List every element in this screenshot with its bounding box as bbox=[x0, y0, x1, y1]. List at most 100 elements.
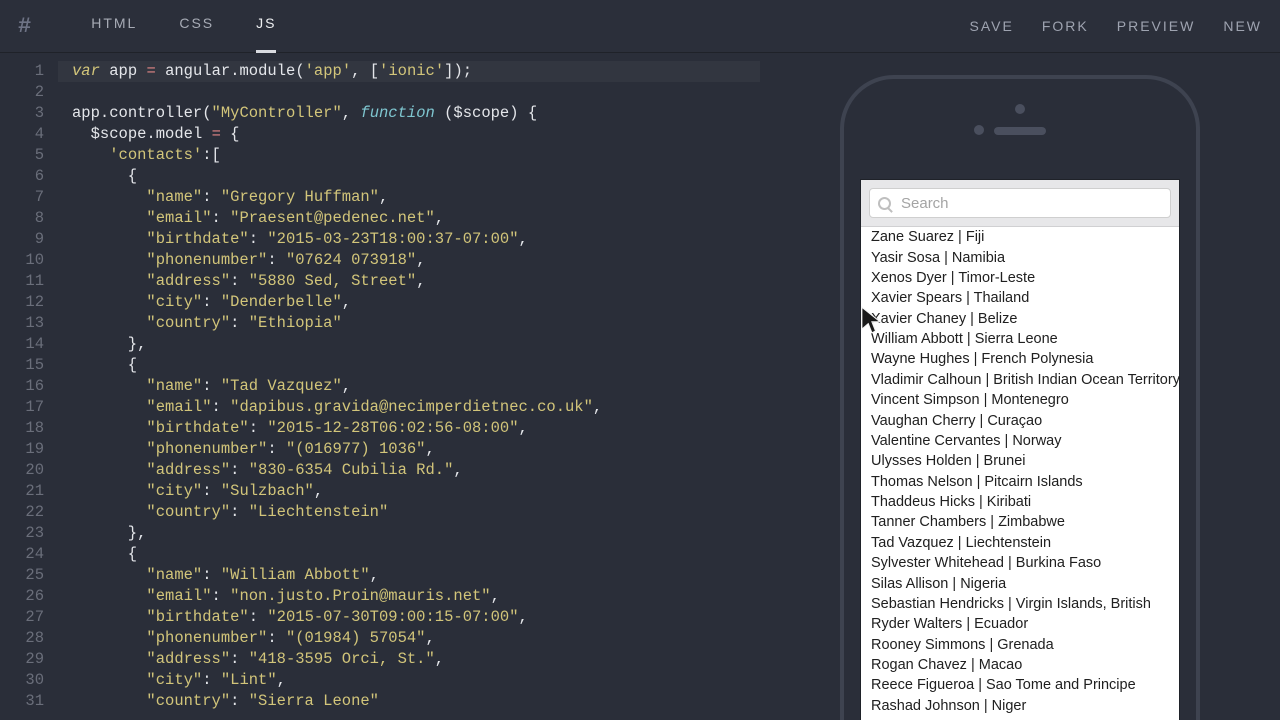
code-line[interactable]: $scope.model = { bbox=[58, 124, 760, 145]
list-item[interactable]: Reece Figueroa | Sao Tome and Principe bbox=[861, 675, 1179, 695]
line-number: 26 bbox=[0, 586, 44, 607]
list-item[interactable]: Xavier Spears | Thailand bbox=[861, 288, 1179, 308]
line-number: 12 bbox=[0, 292, 44, 313]
top-bar: # HTML CSS JS SAVE FORK PREVIEW NEW bbox=[0, 0, 1280, 53]
code-line[interactable]: "name": "Gregory Huffman", bbox=[58, 187, 760, 208]
line-number: 20 bbox=[0, 460, 44, 481]
line-number: 31 bbox=[0, 691, 44, 712]
code-line[interactable]: { bbox=[58, 166, 760, 187]
save-button[interactable]: SAVE bbox=[970, 18, 1014, 34]
list-item[interactable]: Sylvester Whitehead | Burkina Faso bbox=[861, 553, 1179, 573]
list-item[interactable]: Rashad Johnson | Niger bbox=[861, 696, 1179, 716]
line-number: 24 bbox=[0, 544, 44, 565]
list-item[interactable]: Rogan Chavez | Macao bbox=[861, 655, 1179, 675]
code-line[interactable]: }, bbox=[58, 334, 760, 355]
list-item[interactable]: Vincent Simpson | Montenegro bbox=[861, 390, 1179, 410]
search-icon bbox=[878, 197, 891, 210]
code-editor[interactable]: 1234567891011121314151617181920212223242… bbox=[0, 53, 760, 720]
line-number: 11 bbox=[0, 271, 44, 292]
code-line[interactable]: "city": "Sulzbach", bbox=[58, 481, 760, 502]
list-item[interactable]: Vaughan Cherry | Curaçao bbox=[861, 410, 1179, 430]
list-item[interactable]: Xenos Dyer | Timor-Leste bbox=[861, 268, 1179, 288]
list-item[interactable]: Wayne Hughes | French Polynesia bbox=[861, 349, 1179, 369]
line-number: 13 bbox=[0, 313, 44, 334]
list-item[interactable]: Zane Suarez | Fiji bbox=[861, 227, 1179, 247]
code-line[interactable]: "country": "Ethiopia" bbox=[58, 313, 760, 334]
contact-list[interactable]: Zane Suarez | FijiYasir Sosa | NamibiaXe… bbox=[861, 227, 1179, 720]
sensor-icon bbox=[974, 125, 984, 135]
code-line[interactable]: { bbox=[58, 355, 760, 376]
code-line[interactable]: "birthdate": "2015-03-23T18:00:37-07:00"… bbox=[58, 229, 760, 250]
code-line[interactable]: "phonenumber": "07624 073918", bbox=[58, 250, 760, 271]
code-line[interactable]: app.controller("MyController", function … bbox=[58, 103, 760, 124]
list-item[interactable]: Thaddeus Hicks | Kiribati bbox=[861, 492, 1179, 512]
main-split: 1234567891011121314151617181920212223242… bbox=[0, 53, 1280, 720]
code-line[interactable]: }, bbox=[58, 523, 760, 544]
search-bar: Search bbox=[861, 180, 1179, 227]
code-line[interactable]: "address": "418-3595 Orci, St.", bbox=[58, 649, 760, 670]
list-item[interactable]: Tanner Chambers | Zimbabwe bbox=[861, 512, 1179, 532]
list-item[interactable]: Tad Vazquez | Liechtenstein bbox=[861, 533, 1179, 553]
code-line[interactable]: "city": "Denderbelle", bbox=[58, 292, 760, 313]
list-item[interactable]: Thomas Nelson | Pitcairn Islands bbox=[861, 472, 1179, 492]
list-item[interactable]: Ulysses Holden | Brunei bbox=[861, 451, 1179, 471]
device-screen: Search Zane Suarez | FijiYasir Sosa | Na… bbox=[860, 179, 1180, 720]
code-line[interactable]: "phonenumber": "(01984) 57054", bbox=[58, 628, 760, 649]
line-number: 22 bbox=[0, 502, 44, 523]
code-line[interactable]: { bbox=[58, 544, 760, 565]
code-line[interactable]: "phonenumber": "(016977) 1036", bbox=[58, 439, 760, 460]
tab-css[interactable]: CSS bbox=[179, 15, 214, 37]
line-number-gutter: 1234567891011121314151617181920212223242… bbox=[0, 61, 58, 720]
code-line[interactable]: 'contacts':[ bbox=[58, 145, 760, 166]
line-number: 4 bbox=[0, 124, 44, 145]
code-line[interactable]: "birthdate": "2015-12-28T06:02:56-08:00"… bbox=[58, 418, 760, 439]
code-line[interactable]: "address": "830-6354 Cubilia Rd.", bbox=[58, 460, 760, 481]
line-number: 17 bbox=[0, 397, 44, 418]
code-line[interactable]: "email": "non.justo.Proin@mauris.net", bbox=[58, 586, 760, 607]
preview-button[interactable]: PREVIEW bbox=[1117, 18, 1196, 34]
line-number: 9 bbox=[0, 229, 44, 250]
line-number: 19 bbox=[0, 439, 44, 460]
line-number: 27 bbox=[0, 607, 44, 628]
code-line[interactable]: "email": "dapibus.gravida@necimperdietne… bbox=[58, 397, 760, 418]
code-line[interactable]: "name": "Tad Vazquez", bbox=[58, 376, 760, 397]
list-item[interactable]: Yasir Sosa | Namibia bbox=[861, 247, 1179, 267]
line-number: 6 bbox=[0, 166, 44, 187]
code-line[interactable]: "email": "Praesent@pedenec.net", bbox=[58, 208, 760, 229]
code-line[interactable] bbox=[58, 82, 760, 103]
list-item[interactable]: William Abbott | Sierra Leone bbox=[861, 329, 1179, 349]
tab-js[interactable]: JS bbox=[256, 15, 276, 53]
code-line[interactable]: "name": "William Abbott", bbox=[58, 565, 760, 586]
list-item[interactable]: Xavier Chaney | Belize bbox=[861, 309, 1179, 329]
line-number: 18 bbox=[0, 418, 44, 439]
code-line[interactable]: "birthdate": "2015-07-30T09:00:15-07:00"… bbox=[58, 607, 760, 628]
code-area[interactable]: var app = angular.module('app', ['ionic'… bbox=[58, 61, 760, 720]
line-number: 3 bbox=[0, 103, 44, 124]
code-line[interactable]: "city": "Lint", bbox=[58, 670, 760, 691]
code-line[interactable]: "country": "Sierra Leone" bbox=[58, 691, 760, 712]
line-number: 16 bbox=[0, 376, 44, 397]
search-input[interactable]: Search bbox=[869, 188, 1171, 218]
line-number: 25 bbox=[0, 565, 44, 586]
line-number: 30 bbox=[0, 670, 44, 691]
line-number: 8 bbox=[0, 208, 44, 229]
list-item[interactable]: Vladimir Calhoun | British Indian Ocean … bbox=[861, 370, 1179, 390]
list-item[interactable]: Ryder Walters | Ecuador bbox=[861, 614, 1179, 634]
logo-icon: # bbox=[18, 14, 31, 39]
line-number: 7 bbox=[0, 187, 44, 208]
list-item[interactable]: Sebastian Hendricks | Virgin Islands, Br… bbox=[861, 594, 1179, 614]
tab-html[interactable]: HTML bbox=[91, 15, 137, 37]
line-number: 28 bbox=[0, 628, 44, 649]
code-line[interactable]: "country": "Liechtenstein" bbox=[58, 502, 760, 523]
list-item[interactable]: Silas Allison | Nigeria bbox=[861, 573, 1179, 593]
fork-button[interactable]: FORK bbox=[1042, 18, 1089, 34]
list-item[interactable]: Rooney Simmons | Grenada bbox=[861, 635, 1179, 655]
line-number: 14 bbox=[0, 334, 44, 355]
line-number: 29 bbox=[0, 649, 44, 670]
new-button[interactable]: NEW bbox=[1223, 18, 1262, 34]
line-number: 5 bbox=[0, 145, 44, 166]
code-line[interactable]: "address": "5880 Sed, Street", bbox=[58, 271, 760, 292]
device-frame: Search Zane Suarez | FijiYasir Sosa | Na… bbox=[840, 75, 1200, 720]
list-item[interactable]: Valentine Cervantes | Norway bbox=[861, 431, 1179, 451]
line-number: 10 bbox=[0, 250, 44, 271]
